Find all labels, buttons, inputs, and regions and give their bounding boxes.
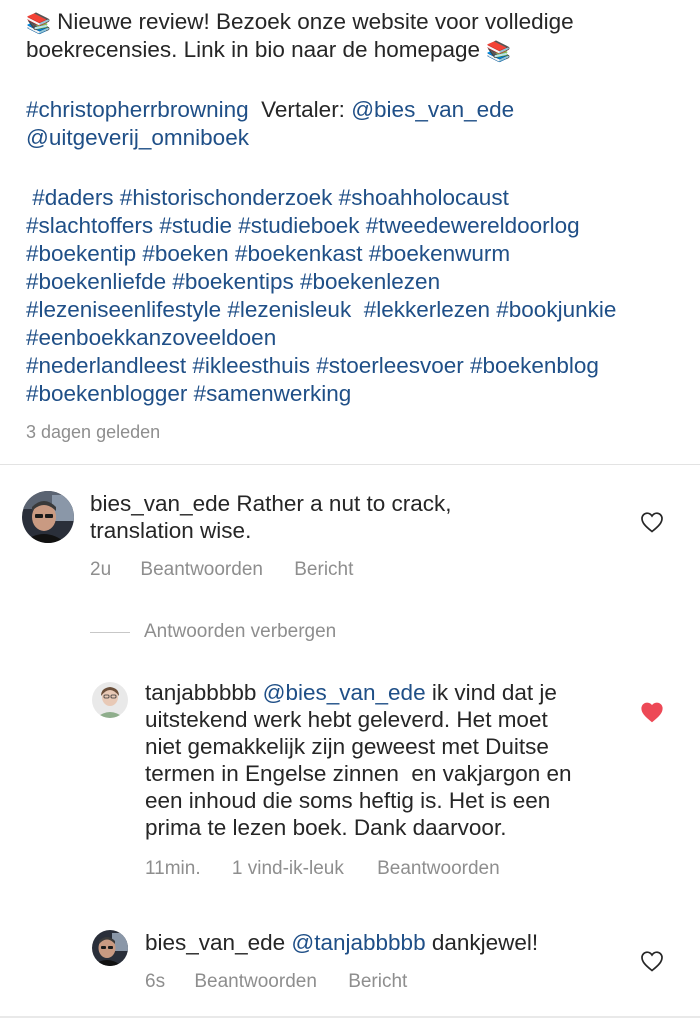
hashtag-link[interactable]: #christopherrbrowning	[26, 97, 249, 122]
hashtag-line[interactable]: #boekenblogger #samenwerking	[26, 380, 686, 408]
caption-line: #christopherrbrowning Vertaler: @bies_va…	[26, 96, 686, 124]
reply-meta: 11min. 1 vind-ik-leuk Beantwoorden	[145, 858, 500, 880]
hashtag-line[interactable]: #lezeniseenlifestyle #lezenisleuk #lekke…	[26, 296, 686, 324]
caption-text: Nieuwe review! Bezoek onze website voor …	[57, 9, 574, 34]
books-emoji-icon: 📚	[486, 41, 512, 63]
reply-body: uitstekend werk hebt geleverd. Het moet	[145, 707, 548, 732]
hashtag-line[interactable]: #slachtoffers #studie #studieboek #tweed…	[26, 212, 686, 240]
replies-line	[90, 631, 130, 633]
reply-meta: 6s Beantwoorden Bericht	[145, 971, 407, 993]
caption-line: boekrecensies. Link in bio naar de homep…	[26, 36, 686, 64]
hashtag-line[interactable]: #nederlandleest #ikleesthuis #stoerleesv…	[26, 352, 686, 380]
heart-icon[interactable]	[640, 701, 664, 723]
mention-link[interactable]: @bies_van_ede	[351, 97, 514, 122]
reply-button[interactable]: Beantwoorden	[194, 971, 317, 993]
heart-icon[interactable]	[640, 950, 664, 972]
mention-link[interactable]: @tanjabbbbb	[291, 930, 425, 955]
avatar[interactable]	[22, 491, 74, 543]
caption-text: boekrecensies. Link in bio naar de homep…	[26, 37, 481, 62]
message-button[interactable]: Bericht	[294, 559, 353, 581]
divider	[0, 464, 700, 465]
hashtag-line[interactable]: #boekenliefde #boekentips #boekenlezen	[26, 268, 686, 296]
avatar[interactable]	[92, 930, 128, 966]
reply-body: ik vind dat je	[425, 680, 557, 705]
hide-replies-label[interactable]: Antwoorden verbergen	[144, 621, 336, 643]
reply-time: 6s	[145, 971, 166, 992]
comment-text: bies_van_ede Rather a nut to crack, tran…	[90, 490, 610, 544]
reply-button[interactable]: Beantwoorden	[377, 858, 500, 880]
reply-body: een inhoud die soms heftig is. Het is ee…	[145, 788, 551, 813]
mention-link[interactable]: @bies_van_ede	[263, 680, 426, 705]
caption-line: @uitgeverij_omniboek	[26, 124, 686, 152]
heart-icon[interactable]	[640, 511, 664, 533]
reply-username[interactable]: tanjabbbbb	[145, 680, 256, 705]
reply-username[interactable]: bies_van_ede	[145, 930, 285, 955]
comment-time: 2u	[90, 559, 112, 580]
divider	[0, 1016, 700, 1018]
reply-time: 11min.	[145, 858, 201, 879]
post-time-ago: 3 dagen geleden	[26, 422, 161, 442]
comment-body: translation wise.	[90, 518, 252, 543]
likes-count[interactable]: 1 vind-ik-leuk	[232, 858, 344, 880]
hashtag-line[interactable]: #boekentip #boeken #boekenkast #boekenwu…	[26, 240, 686, 268]
comment-meta: 2u Beantwoorden Bericht	[90, 559, 353, 581]
hashtag-line[interactable]: #daders #historischonderzoek #shoahholoc…	[26, 184, 686, 212]
mention-link[interactable]: @uitgeverij_omniboek	[26, 125, 249, 150]
reply-body: termen in Engelse zinnen en vakjargon en	[145, 761, 572, 786]
avatar[interactable]	[92, 682, 128, 718]
comment-body: Rather a nut to crack,	[230, 491, 452, 516]
message-button[interactable]: Bericht	[348, 971, 407, 993]
reply-body: prima te lezen boek. Dank daarvoor.	[145, 815, 507, 840]
reply-body: niet gemakkelijk zijn geweest met Duitse	[145, 734, 549, 759]
reply-text: bies_van_ede @tanjabbbbb dankjewel!	[145, 929, 635, 956]
caption-line: 📚 Nieuwe review! Bezoek onze website voo…	[26, 8, 686, 36]
books-emoji-icon: 📚	[26, 13, 51, 35]
reply-text: tanjabbbbb @bies_van_ede ik vind dat je …	[145, 679, 635, 841]
hashtag-line[interactable]: #eenboekkanzoveeldoen	[26, 324, 686, 352]
post-caption: 📚 Nieuwe review! Bezoek onze website voo…	[26, 8, 686, 408]
reply-body: dankjewel!	[425, 930, 539, 955]
hide-replies-toggle[interactable]: Antwoorden verbergen	[90, 620, 336, 644]
reply-button[interactable]: Beantwoorden	[140, 559, 263, 581]
comment-username[interactable]: bies_van_ede	[90, 491, 230, 516]
translator-label: Vertaler:	[261, 97, 345, 122]
